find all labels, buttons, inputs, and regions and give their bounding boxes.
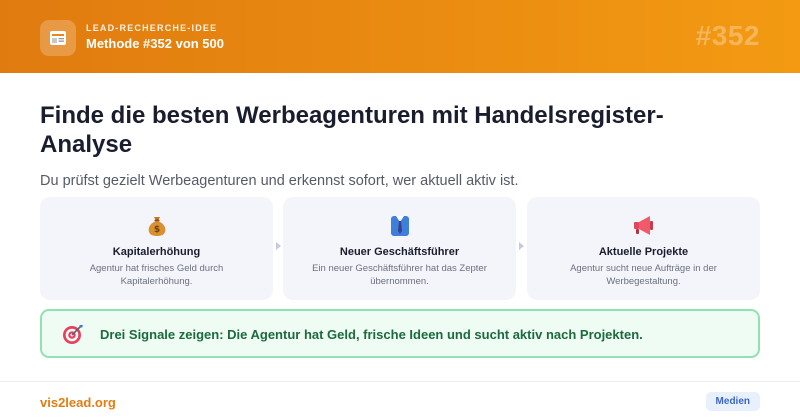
method-number: #352 xyxy=(695,20,760,51)
svg-text:$: $ xyxy=(153,225,159,235)
category-badge: Medien xyxy=(705,392,760,411)
brand-link[interactable]: vis2lead.org xyxy=(40,395,116,410)
newspaper-icon xyxy=(40,20,76,56)
result-callout: Drei Signale zeigen: Die Agentur hat Gel… xyxy=(40,309,760,358)
header-kicker: LEAD-RECHERCHE-IDEE xyxy=(86,23,218,33)
signal-card-desc: Agentur sucht neue Aufträge in der Werbe… xyxy=(570,263,717,287)
target-icon xyxy=(62,323,84,345)
money-bag-icon: $ xyxy=(40,212,273,238)
result-text: Drei Signale zeigen: Die Agentur hat Gel… xyxy=(100,327,643,342)
suit-tie-icon xyxy=(283,212,516,238)
footer-divider xyxy=(0,381,800,382)
signal-card-title: Kapitalerhöhung xyxy=(112,246,201,258)
signal-card-kapital: $ Kapitalerhöhung Agentur hat frisches G… xyxy=(40,197,273,300)
signal-card-title: Aktuelle Projekte xyxy=(598,246,689,258)
signal-cards: $ Kapitalerhöhung Agentur hat frisches G… xyxy=(40,197,760,300)
page-subtitle: Du prüfst gezielt Werbeagenturen und erk… xyxy=(40,173,519,189)
header-banner: LEAD-RECHERCHE-IDEE Methode #352 von 500… xyxy=(0,0,800,73)
page-title: Finde die besten Werbeagenturen mit Hand… xyxy=(40,102,664,158)
signal-card-geschaeftsfuehrer: Neuer Geschäftsführer Ein neuer Geschäft… xyxy=(283,197,516,300)
signal-card-desc: Ein neuer Geschäftsführer hat das Zepter… xyxy=(312,263,487,287)
flow-arrow-icon xyxy=(519,242,524,250)
megaphone-icon xyxy=(527,212,760,238)
signal-card-title: Neuer Geschäftsführer xyxy=(339,246,460,258)
method-counter: Methode #352 von 500 xyxy=(86,36,224,51)
signal-card-projekte: Aktuelle Projekte Agentur sucht neue Auf… xyxy=(527,197,760,300)
signal-card-desc: Agentur hat frisches Geld durch Kapitale… xyxy=(89,263,224,287)
flow-arrow-icon xyxy=(276,242,281,250)
